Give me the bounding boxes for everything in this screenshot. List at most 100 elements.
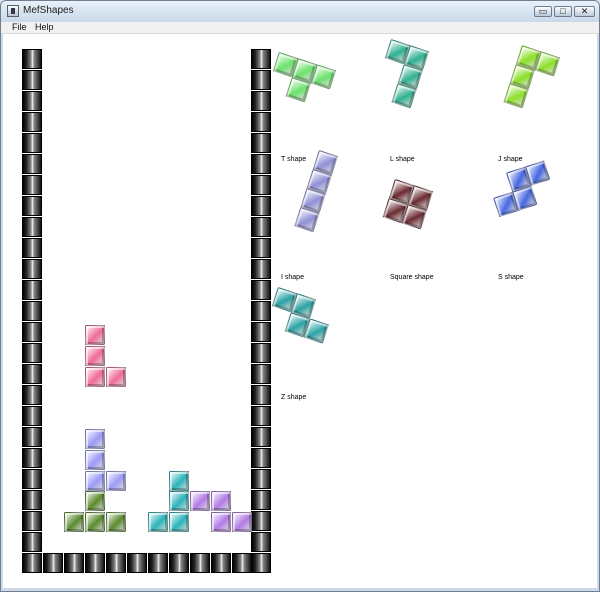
wall-block [251, 427, 271, 447]
wall-block [64, 553, 84, 573]
wall-block [251, 196, 271, 216]
wall-block [251, 175, 271, 195]
active-piece-block [85, 346, 105, 366]
menu-help[interactable]: Help [35, 22, 54, 33]
wall-block [251, 259, 271, 279]
board-block [85, 471, 105, 491]
preview-block [534, 51, 561, 77]
wall-block [251, 112, 271, 132]
board-block [211, 491, 231, 511]
board-block [106, 471, 126, 491]
wall-block [22, 553, 42, 573]
board-block [169, 471, 189, 491]
board-block [106, 512, 126, 532]
shape-label: L shape [390, 156, 415, 163]
shape-label: Z shape [281, 394, 307, 401]
wall-block [251, 553, 271, 573]
wall-block [22, 490, 42, 510]
maximize-button[interactable]: □ [554, 6, 572, 17]
wall-block [43, 553, 63, 573]
wall-block [22, 133, 42, 153]
app-window: MefShapes ▭ □ ✕ File Help T shape L shape… [0, 0, 600, 592]
wall-block [22, 280, 42, 300]
board-block [169, 512, 189, 532]
wall-block [22, 91, 42, 111]
close-icon: ✕ [580, 6, 589, 16]
shape-label: S shape [498, 274, 524, 281]
wall-block [251, 532, 271, 552]
menu-file[interactable]: File [12, 22, 27, 33]
preview-block [303, 318, 329, 344]
wall-block [251, 469, 271, 489]
wall-block [251, 280, 271, 300]
board-block [85, 491, 105, 511]
wall-block [251, 217, 271, 237]
wall-block [251, 322, 271, 342]
active-piece-block [106, 367, 126, 387]
wall-block [169, 553, 189, 573]
shape-label: J shape [498, 156, 523, 163]
maximize-icon: □ [560, 6, 566, 16]
minimize-button[interactable]: ▭ [534, 6, 552, 17]
title-bar[interactable]: MefShapes ▭ □ ✕ [1, 1, 599, 22]
wall-block [22, 343, 42, 363]
wall-block [251, 490, 271, 510]
board-block [148, 512, 168, 532]
app-icon [7, 5, 19, 17]
wall-block [251, 385, 271, 405]
wall-block [127, 553, 147, 573]
wall-block [251, 448, 271, 468]
wall-block [251, 406, 271, 426]
wall-block [22, 217, 42, 237]
board-block [85, 512, 105, 532]
wall-block [190, 553, 210, 573]
board-block [211, 512, 231, 532]
wall-block [22, 112, 42, 132]
board-block [85, 450, 105, 470]
wall-block [85, 553, 105, 573]
wall-block [22, 406, 42, 426]
wall-block [251, 91, 271, 111]
shape-label: T shape [281, 156, 307, 163]
wall-block [22, 364, 42, 384]
wall-block [22, 238, 42, 258]
wall-block [22, 154, 42, 174]
wall-block [22, 427, 42, 447]
wall-block [22, 301, 42, 321]
wall-block [251, 70, 271, 90]
wall-block [251, 343, 271, 363]
wall-block [22, 49, 42, 69]
wall-block [251, 364, 271, 384]
wall-block [251, 511, 271, 531]
wall-block [22, 70, 42, 90]
wall-block [22, 385, 42, 405]
shape-label: Square shape [390, 274, 434, 281]
minimize-icon: ▭ [538, 6, 548, 16]
wall-block [22, 175, 42, 195]
wall-block [22, 196, 42, 216]
shape-label: I shape [281, 274, 304, 281]
menu-bar: File Help [1, 22, 599, 34]
window-title: MefShapes [23, 5, 74, 16]
wall-block [22, 511, 42, 531]
wall-block [22, 448, 42, 468]
wall-block [251, 133, 271, 153]
board-block [85, 429, 105, 449]
wall-block [251, 49, 271, 69]
active-piece-block [85, 325, 105, 345]
close-button[interactable]: ✕ [574, 6, 595, 17]
board-block [64, 512, 84, 532]
wall-block [22, 322, 42, 342]
board-block [232, 512, 252, 532]
wall-block [22, 469, 42, 489]
game-area: T shape L shape J shape I shape Square shape… [3, 34, 597, 588]
wall-block [251, 238, 271, 258]
wall-block [106, 553, 126, 573]
wall-block [22, 259, 42, 279]
wall-block [22, 532, 42, 552]
wall-block [251, 154, 271, 174]
wall-block [148, 553, 168, 573]
preview-block [310, 64, 337, 90]
board-block [190, 491, 210, 511]
board-block [169, 491, 189, 511]
